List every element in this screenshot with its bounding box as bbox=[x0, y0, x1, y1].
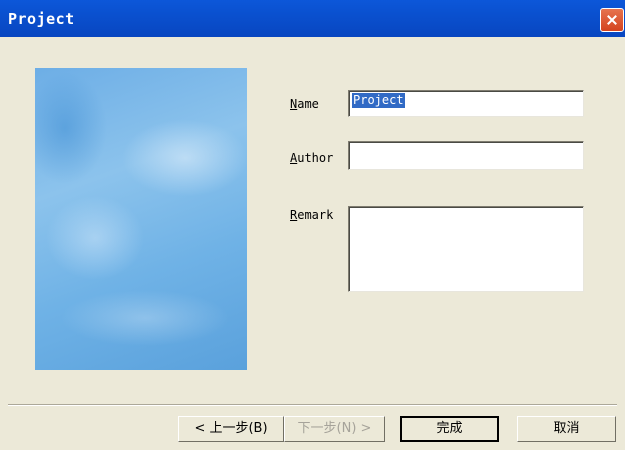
cancel-button[interactable]: 取消 bbox=[517, 416, 616, 442]
remark-label: Remark bbox=[290, 208, 334, 222]
button-separator bbox=[8, 404, 617, 406]
project-wizard-dialog: Project Name Project Author Remark < 上一步… bbox=[0, 0, 625, 450]
author-label: Author bbox=[290, 151, 334, 165]
name-field-value: Project bbox=[352, 93, 405, 108]
close-icon[interactable] bbox=[600, 8, 624, 32]
back-button[interactable]: < 上一步(B) bbox=[178, 416, 284, 442]
name-field[interactable]: Project bbox=[348, 90, 584, 117]
finish-button[interactable]: 完成 bbox=[400, 416, 499, 442]
title-bar: Project bbox=[0, 0, 625, 37]
author-field[interactable] bbox=[348, 141, 584, 170]
wizard-banner-image bbox=[35, 68, 247, 370]
next-button[interactable]: 下一步(N) > bbox=[284, 416, 385, 442]
remark-textarea[interactable] bbox=[348, 206, 584, 292]
window-title: Project bbox=[8, 10, 75, 28]
name-label: Name bbox=[290, 97, 319, 111]
